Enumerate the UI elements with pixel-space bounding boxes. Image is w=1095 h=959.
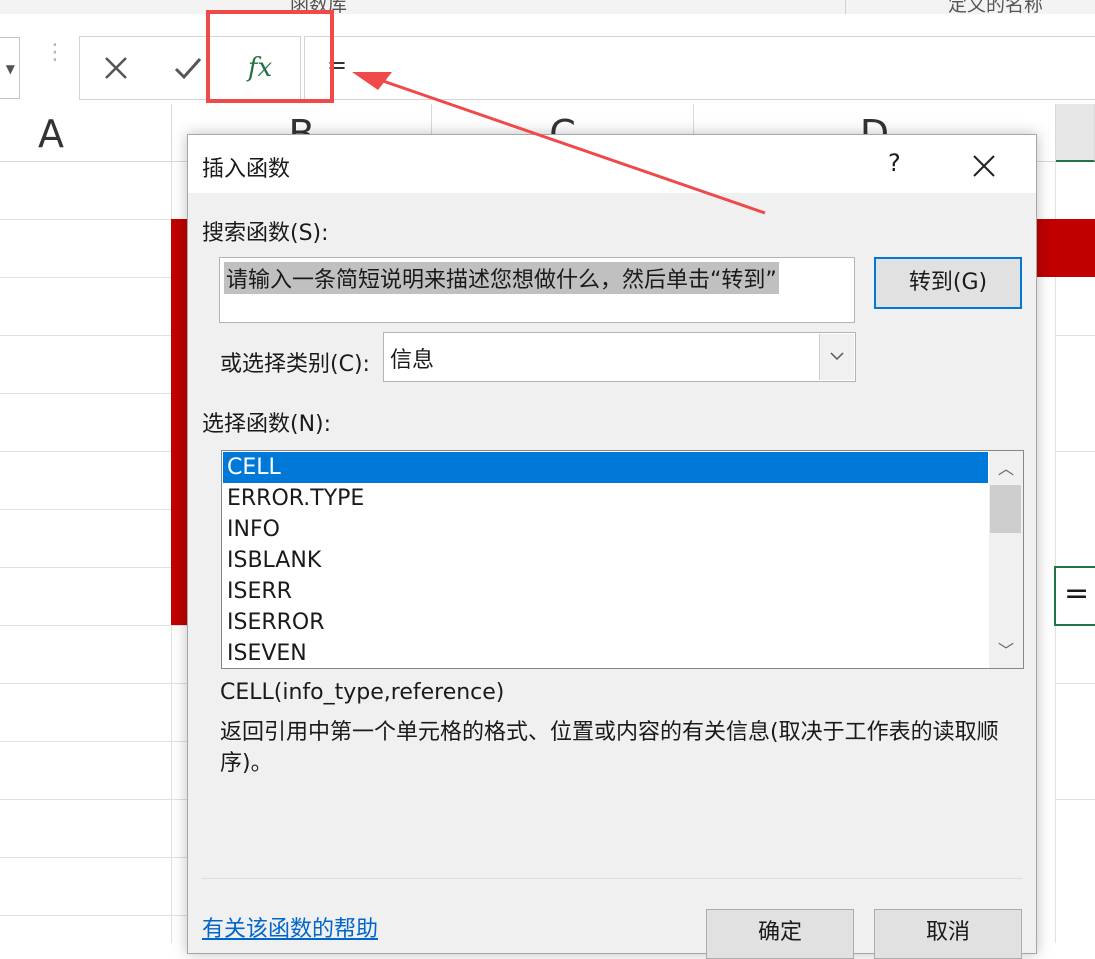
annotation-arrow [352, 72, 766, 215]
arrow-shaft [379, 78, 766, 215]
